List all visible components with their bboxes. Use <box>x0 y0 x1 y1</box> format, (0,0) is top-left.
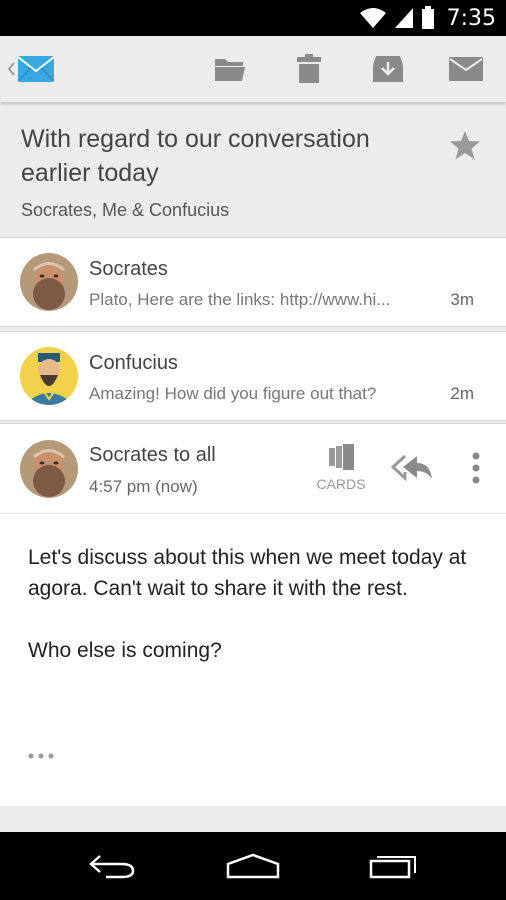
message-body: Let's discuss about this when we meet to… <box>28 542 488 666</box>
recents-button[interactable] <box>354 832 434 900</box>
wifi-icon <box>359 8 386 28</box>
body-paragraph: Let's discuss about this when we meet to… <box>28 546 467 600</box>
more-vertical-icon <box>472 452 480 484</box>
sender-name: Confucius <box>89 352 178 374</box>
status-time: 7:35 <box>446 5 496 31</box>
message-time: 3m <box>450 290 474 309</box>
back-icon <box>89 855 135 879</box>
archive-icon <box>373 56 403 82</box>
message-item[interactable]: Confucius Amazing! How did you figure ou… <box>0 331 506 421</box>
cards-icon <box>329 444 354 470</box>
sender-name: Socrates to all <box>89 444 216 466</box>
body-paragraph: Who else is coming? <box>28 639 222 662</box>
socrates-avatar-icon <box>20 440 78 498</box>
socrates-avatar-icon <box>20 253 78 311</box>
archive-button[interactable] <box>364 36 412 102</box>
message-item[interactable]: Socrates Plato, Here are the links: http… <box>0 237 506 327</box>
recents-icon <box>369 856 416 879</box>
home-icon <box>226 853 280 879</box>
reply-all-icon <box>391 454 432 482</box>
conversation-header: With regard to our conversation earlier … <box>0 104 506 237</box>
avatar <box>20 253 78 311</box>
action-bar <box>0 36 506 102</box>
overflow-menu-button[interactable] <box>462 450 490 486</box>
avatar <box>20 347 78 405</box>
avatar <box>20 440 78 498</box>
mail-app-icon <box>18 56 54 82</box>
home-button[interactable] <box>213 832 293 900</box>
signal-icon <box>394 8 413 28</box>
move-to-folder-button[interactable] <box>206 36 254 102</box>
star-button[interactable] <box>449 130 481 166</box>
up-navigation-button[interactable] <box>4 36 56 102</box>
delete-button[interactable] <box>285 36 333 102</box>
subject-title: With regard to our conversation earlier … <box>21 125 370 187</box>
navigation-bar <box>0 832 506 900</box>
status-icons: 7:35 <box>359 4 496 32</box>
message-snippet: Amazing! How did you figure out that? <box>89 384 377 403</box>
message-snippet: Plato, Here are the links: http://www.hi… <box>89 290 391 309</box>
show-quoted-text-button[interactable]: ... <box>28 742 56 765</box>
cards-button[interactable]: CARDS <box>310 444 372 496</box>
folder-icon <box>215 59 245 81</box>
status-bar: 7:35 <box>0 0 506 36</box>
star-icon <box>450 131 480 160</box>
message-timestamp: 4:57 pm (now) <box>89 477 198 496</box>
back-chevron-icon <box>7 62 15 76</box>
message-time: 2m <box>450 384 474 403</box>
sender-name: Socrates <box>89 258 168 280</box>
reply-all-button[interactable] <box>388 450 436 486</box>
expanded-message: Socrates to all 4:57 pm (now) CARDS Let'… <box>0 423 506 806</box>
confucius-avatar-icon <box>20 347 78 405</box>
participants: Socrates, Me & Confucius <box>21 200 230 220</box>
more-horizontal-icon <box>28 753 54 759</box>
battery-icon <box>421 6 434 29</box>
mark-unread-button[interactable] <box>442 36 490 102</box>
envelope-icon <box>449 57 483 81</box>
back-button[interactable] <box>72 832 152 900</box>
trash-icon <box>297 54 321 83</box>
cards-label: CARDS <box>316 476 366 492</box>
message-header[interactable]: Socrates to all 4:57 pm (now) CARDS <box>0 424 506 514</box>
